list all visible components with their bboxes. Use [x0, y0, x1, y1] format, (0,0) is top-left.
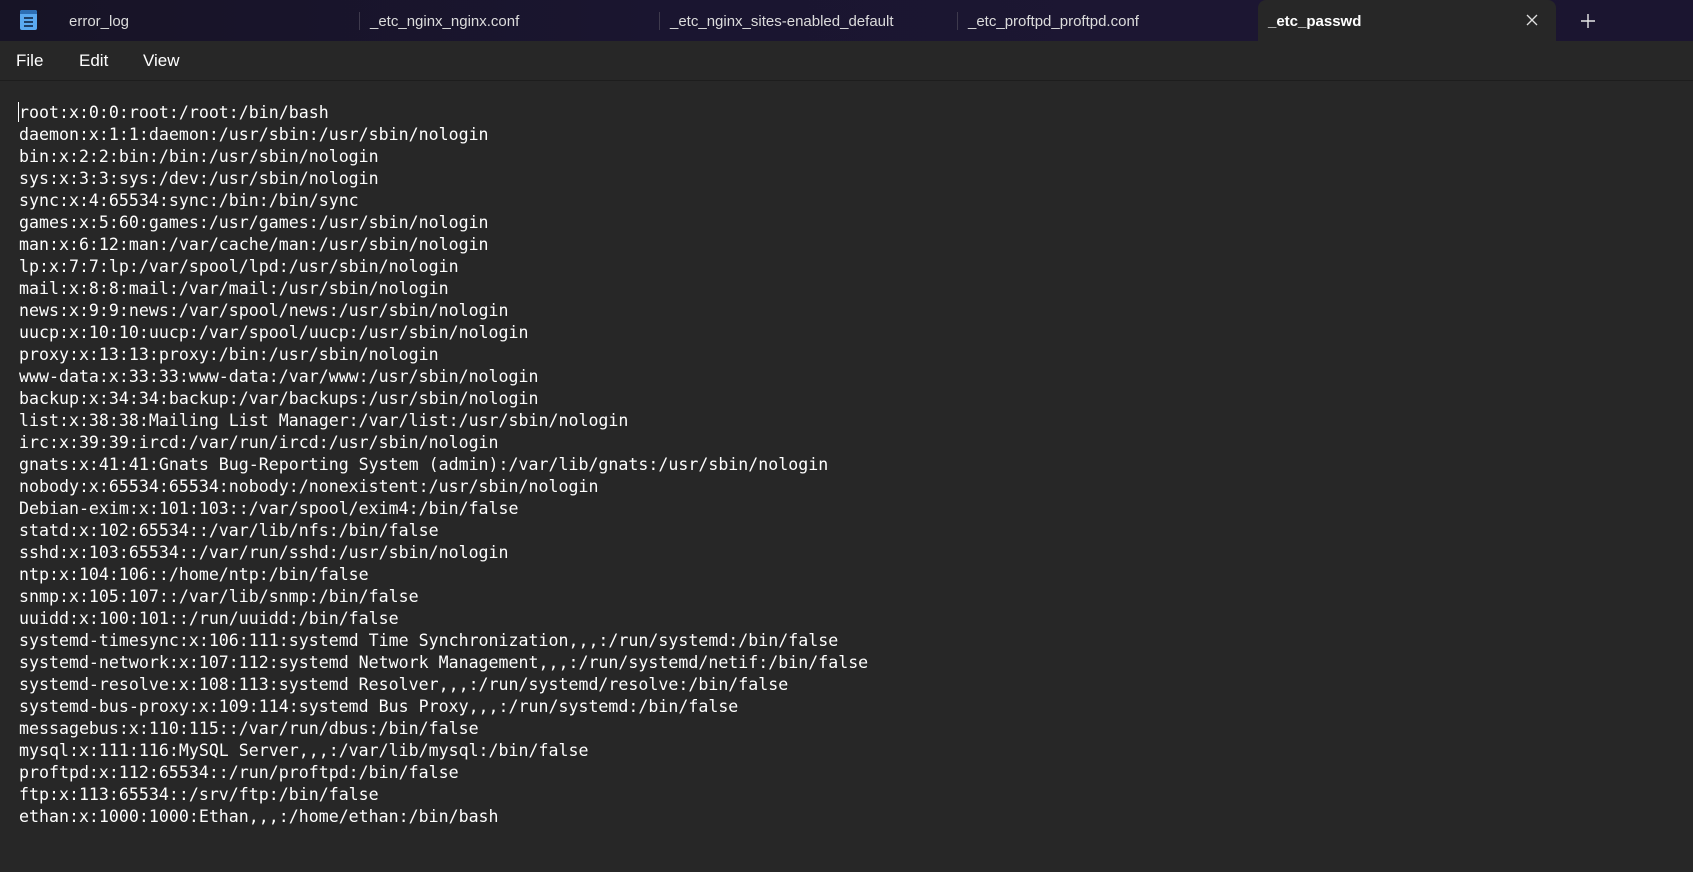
- text-line[interactable]: sys:x:3:3:sys:/dev:/usr/sbin/nologin: [19, 168, 868, 190]
- tab-label: _etc_nginx_sites-enabled_default: [670, 13, 894, 30]
- tab-label: _etc_proftpd_proftpd.conf: [968, 13, 1139, 30]
- tab-label: error_log: [69, 13, 130, 30]
- text-line[interactable]: man:x:6:12:man:/var/cache/man:/usr/sbin/…: [19, 234, 868, 256]
- tab-etc-nginx-nginx-conf[interactable]: _etc_nginx_nginx.conf: [360, 0, 660, 41]
- notepad-icon: [20, 10, 37, 30]
- text-line[interactable]: sync:x:4:65534:sync:/bin:/bin/sync: [19, 190, 868, 212]
- text-editor[interactable]: root:x:0:0:root:/root:/bin/bash daemon:x:…: [0, 82, 1693, 872]
- text-line[interactable]: uuidd:x:100:101::/run/uuidd:/bin/false: [19, 608, 868, 630]
- text-line[interactable]: mysql:x:111:116:MySQL Server,,,:/var/lib…: [19, 740, 868, 762]
- text-line[interactable]: gnats:x:41:41:Gnats Bug-Reporting System…: [19, 454, 868, 476]
- text-line[interactable]: sshd:x:103:65534::/var/run/sshd:/usr/sbi…: [19, 542, 868, 564]
- tab-etc-passwd[interactable]: _etc_passwd: [1258, 0, 1556, 41]
- plus-icon[interactable]: [1576, 9, 1600, 33]
- text-line[interactable]: games:x:5:60:games:/usr/games:/usr/sbin/…: [19, 212, 868, 234]
- text-line[interactable]: news:x:9:9:news:/var/spool/news:/usr/sbi…: [19, 300, 868, 322]
- tab-bar: error_log _etc_nginx_nginx.conf _etc_ngi…: [0, 0, 1693, 41]
- menu-bar: File Edit View: [0, 41, 1693, 81]
- menu-file[interactable]: File: [16, 51, 43, 71]
- text-line[interactable]: statd:x:102:65534::/var/lib/nfs:/bin/fal…: [19, 520, 868, 542]
- tab-label: _etc_passwd: [1268, 13, 1362, 30]
- text-line[interactable]: snmp:x:105:107::/var/lib/snmp:/bin/false: [19, 586, 868, 608]
- text-line[interactable]: mail:x:8:8:mail:/var/mail:/usr/sbin/nolo…: [19, 278, 868, 300]
- text-line[interactable]: systemd-timesync:x:106:111:systemd Time …: [19, 630, 868, 652]
- text-line[interactable]: lp:x:7:7:lp:/var/spool/lpd:/usr/sbin/nol…: [19, 256, 868, 278]
- text-line[interactable]: uucp:x:10:10:uucp:/var/spool/uucp:/usr/s…: [19, 322, 868, 344]
- text-line[interactable]: ethan:x:1000:1000:Ethan,,,:/home/ethan:/…: [19, 806, 868, 828]
- text-line[interactable]: irc:x:39:39:ircd:/var/run/ircd:/usr/sbin…: [19, 432, 868, 454]
- tab-error-log[interactable]: error_log: [59, 0, 359, 41]
- text-line[interactable]: messagebus:x:110:115::/var/run/dbus:/bin…: [19, 718, 868, 740]
- text-line[interactable]: proxy:x:13:13:proxy:/bin:/usr/sbin/nolog…: [19, 344, 868, 366]
- text-line[interactable]: ntp:x:104:106::/home/ntp:/bin/false: [19, 564, 868, 586]
- text-line[interactable]: nobody:x:65534:65534:nobody:/nonexistent…: [19, 476, 868, 498]
- text-line[interactable]: systemd-resolve:x:108:113:systemd Resolv…: [19, 674, 868, 696]
- text-line[interactable]: daemon:x:1:1:daemon:/usr/sbin:/usr/sbin/…: [19, 124, 868, 146]
- close-icon[interactable]: [1524, 12, 1540, 28]
- text-line[interactable]: root:x:0:0:root:/root:/bin/bash: [19, 102, 868, 124]
- text-line[interactable]: bin:x:2:2:bin:/bin:/usr/sbin/nologin: [19, 146, 868, 168]
- menu-view[interactable]: View: [143, 51, 180, 71]
- text-line[interactable]: list:x:38:38:Mailing List Manager:/var/l…: [19, 410, 868, 432]
- text-line[interactable]: backup:x:34:34:backup:/var/backups:/usr/…: [19, 388, 868, 410]
- text-line[interactable]: www-data:x:33:33:www-data:/var/www:/usr/…: [19, 366, 868, 388]
- tab-etc-nginx-sites-enabled-default[interactable]: _etc_nginx_sites-enabled_default: [660, 0, 957, 41]
- text-line[interactable]: proftpd:x:112:65534::/run/proftpd:/bin/f…: [19, 762, 868, 784]
- menu-edit[interactable]: Edit: [79, 51, 108, 71]
- text-line[interactable]: Debian-exim:x:101:103::/var/spool/exim4:…: [19, 498, 868, 520]
- tab-label: _etc_nginx_nginx.conf: [370, 13, 520, 30]
- tab-etc-proftpd-proftpd-conf[interactable]: _etc_proftpd_proftpd.conf: [958, 0, 1258, 41]
- editor-lines[interactable]: root:x:0:0:root:/root:/bin/bash daemon:x:…: [19, 102, 868, 828]
- text-line[interactable]: systemd-bus-proxy:x:109:114:systemd Bus …: [19, 696, 868, 718]
- text-line[interactable]: ftp:x:113:65534::/srv/ftp:/bin/false: [19, 784, 868, 806]
- text-line[interactable]: systemd-network:x:107:112:systemd Networ…: [19, 652, 868, 674]
